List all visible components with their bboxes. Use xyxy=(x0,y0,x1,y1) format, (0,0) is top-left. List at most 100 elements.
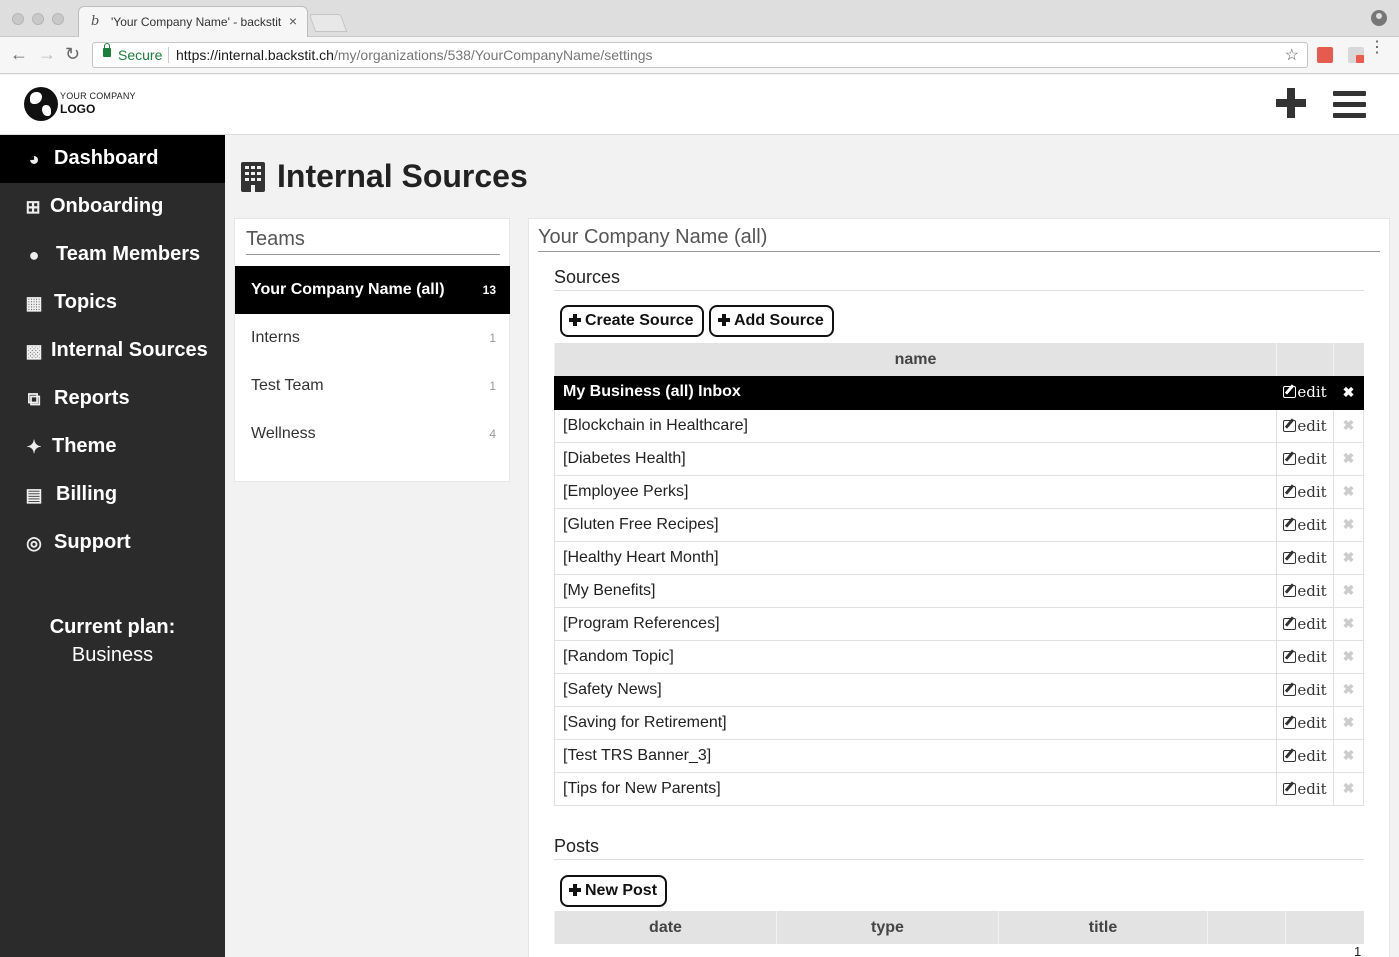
delete-icon[interactable]: ✖ xyxy=(1333,475,1364,509)
source-row[interactable]: [Employee Perks] edit ✖ xyxy=(554,475,1364,509)
delete-icon[interactable]: ✖ xyxy=(1333,409,1364,443)
column-header-date[interactable]: date xyxy=(554,911,777,944)
source-row[interactable]: [Diabetes Health] edit ✖ xyxy=(554,442,1364,476)
delete-icon[interactable]: ✖ xyxy=(1333,508,1364,542)
team-count: 1 xyxy=(489,379,496,393)
edit-button[interactable]: edit xyxy=(1276,706,1334,740)
window-close-button[interactable] xyxy=(12,13,24,25)
new-tab-button[interactable] xyxy=(308,14,348,32)
plus-icon xyxy=(569,884,581,896)
team-title: Your Company Name (all) xyxy=(538,226,1380,252)
delete-icon[interactable]: ✖ xyxy=(1333,607,1364,641)
column-header-type[interactable]: type xyxy=(776,911,999,944)
edit-button[interactable]: edit xyxy=(1276,640,1334,674)
delete-icon[interactable]: ✖ xyxy=(1333,706,1364,740)
column-header-extra xyxy=(1207,911,1286,944)
sidebar-item-onboarding[interactable]: ⊞ Onboarding xyxy=(0,183,225,231)
column-header-name[interactable]: name xyxy=(554,343,1277,376)
edit-button[interactable]: edit xyxy=(1276,442,1334,476)
delete-icon[interactable]: ✖ xyxy=(1333,442,1364,476)
source-row[interactable]: [Tips for New Parents] edit ✖ xyxy=(554,772,1364,806)
edit-button[interactable]: edit xyxy=(1276,772,1334,806)
sidebar-item-label: Onboarding xyxy=(50,195,164,217)
extension-icon[interactable] xyxy=(1317,47,1333,63)
sidebar-item-internal-sources[interactable]: ▩ Internal Sources xyxy=(0,327,225,375)
delete-icon[interactable]: ✖ xyxy=(1333,772,1364,806)
edit-button[interactable]: edit xyxy=(1276,508,1334,542)
sidebar-item-support[interactable]: ◎ Support xyxy=(0,519,225,567)
delete-icon[interactable]: ✖ xyxy=(1333,739,1364,773)
edit-icon xyxy=(1283,584,1297,597)
team-row[interactable]: Your Company Name (all) 13 xyxy=(235,266,510,314)
forward-icon[interactable]: → xyxy=(38,44,56,65)
source-row[interactable]: [Blockchain in Healthcare] edit ✖ xyxy=(554,409,1364,443)
extension-2-icon[interactable] xyxy=(1348,47,1364,63)
source-name: [Program References] xyxy=(554,607,1277,641)
logo-globe-icon[interactable] xyxy=(24,87,58,121)
sidebar-item-reports[interactable]: ⧉ Reports xyxy=(0,375,225,423)
source-row[interactable]: [Healthy Heart Month] edit ✖ xyxy=(554,541,1364,575)
posts-heading: Posts xyxy=(554,836,1364,860)
lock-icon xyxy=(103,43,111,57)
delete-icon[interactable]: ✖ xyxy=(1333,541,1364,575)
sidebar-item-label: Dashboard xyxy=(54,147,159,169)
create-source-button[interactable]: Create Source xyxy=(560,305,704,337)
source-row[interactable]: [Saving for Retirement] edit ✖ xyxy=(554,706,1364,740)
column-header-title[interactable]: title xyxy=(998,911,1208,944)
edit-button[interactable]: edit xyxy=(1276,541,1334,575)
window-zoom-button[interactable] xyxy=(52,13,64,25)
edit-icon xyxy=(1283,419,1297,432)
profile-icon[interactable] xyxy=(1371,10,1387,26)
sidebar-item-label: Reports xyxy=(54,387,130,409)
browser-tab[interactable]: b 'Your Company Name' - backstit × xyxy=(78,6,308,37)
edit-label: edit xyxy=(1297,779,1327,798)
sidebar-item-topics[interactable]: ▦ Topics xyxy=(0,279,225,327)
team-row[interactable]: Interns 1 xyxy=(235,314,510,362)
window-minimize-button[interactable] xyxy=(32,13,44,25)
delete-icon[interactable]: ✖ xyxy=(1333,376,1364,410)
page-number[interactable]: 1 xyxy=(1354,944,1361,957)
source-row[interactable]: [My Benefits] edit ✖ xyxy=(554,574,1364,608)
logo-text-top: YOUR COMPANY xyxy=(60,91,136,101)
edit-button[interactable]: edit xyxy=(1276,607,1334,641)
delete-icon[interactable]: ✖ xyxy=(1333,673,1364,707)
tab-close-icon[interactable]: × xyxy=(289,13,297,29)
reload-icon[interactable]: ↻ xyxy=(65,44,80,65)
edit-button[interactable]: edit xyxy=(1276,376,1334,410)
source-row[interactable]: [Program References] edit ✖ xyxy=(554,607,1364,641)
sidebar-item-team-members[interactable]: ●​ Team Members xyxy=(0,231,225,279)
edit-button[interactable]: edit xyxy=(1276,409,1334,443)
source-row[interactable]: [Gluten Free Recipes] edit ✖ xyxy=(554,508,1364,542)
bookmark-star-icon[interactable]: ☆ xyxy=(1285,45,1299,65)
magic-wand-icon: ✦ xyxy=(26,437,42,457)
edit-label: edit xyxy=(1297,515,1327,534)
delete-icon[interactable]: ✖ xyxy=(1333,574,1364,608)
source-row[interactable]: [Safety News] edit ✖ xyxy=(554,673,1364,707)
edit-icon xyxy=(1283,452,1297,465)
create-source-label: Create Source xyxy=(585,312,694,329)
users-icon: ●​ xyxy=(28,245,40,265)
hamburger-menu-icon[interactable] xyxy=(1333,91,1366,119)
add-icon[interactable] xyxy=(1275,87,1307,119)
source-row[interactable]: My Business (all) Inbox edit ✖ xyxy=(554,376,1364,410)
team-row[interactable]: Wellness 4 xyxy=(235,410,510,458)
browser-menu-icon[interactable]: ⋮ xyxy=(1369,40,1385,56)
sidebar-item-theme[interactable]: ✦ Theme xyxy=(0,423,225,471)
team-row[interactable]: Test Team 1 xyxy=(235,362,510,410)
edit-button[interactable]: edit xyxy=(1276,574,1334,608)
new-post-button[interactable]: New Post xyxy=(560,875,668,907)
source-row[interactable]: [Random Topic] edit ✖ xyxy=(554,640,1364,674)
edit-button[interactable]: edit xyxy=(1276,475,1334,509)
sidebar: ◕ Dashboard ⊞ Onboarding ●​ Team Members… xyxy=(0,135,225,957)
sidebar-item-billing[interactable]: ▤ Billing xyxy=(0,471,225,519)
sidebar-item-dashboard[interactable]: ◕ Dashboard xyxy=(0,135,225,183)
back-icon[interactable]: ← xyxy=(10,44,28,65)
delete-icon[interactable]: ✖ xyxy=(1333,640,1364,674)
edit-icon xyxy=(1283,617,1297,630)
add-source-button[interactable]: Add Source xyxy=(709,305,834,337)
column-header-extra-2 xyxy=(1285,911,1364,944)
source-row[interactable]: [Test TRS Banner_3] edit ✖ xyxy=(554,739,1364,773)
address-bar[interactable]: Secure https://internal.backstit.ch/my/o… xyxy=(92,42,1308,68)
edit-button[interactable]: edit xyxy=(1276,739,1334,773)
edit-button[interactable]: edit xyxy=(1276,673,1334,707)
